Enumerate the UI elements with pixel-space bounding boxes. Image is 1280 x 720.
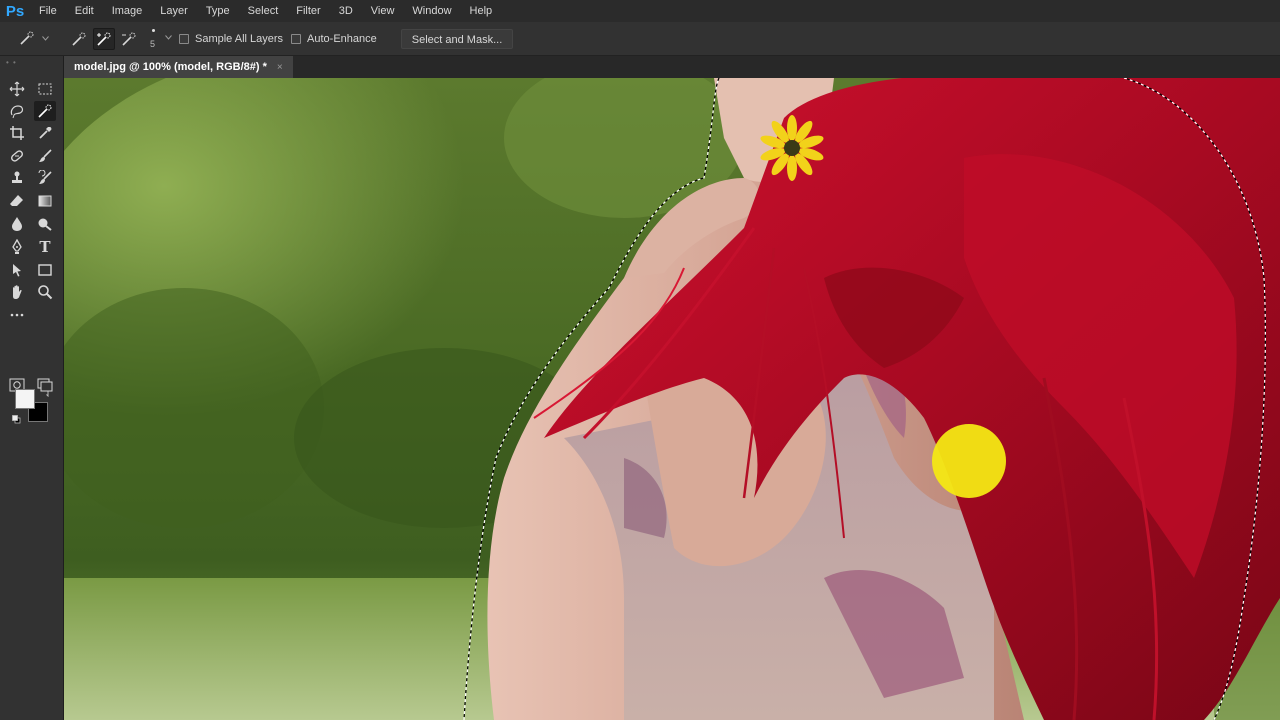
hand-tool-icon[interactable]: [6, 282, 28, 302]
menu-bar: Ps File Edit Image Layer Type Select Fil…: [0, 0, 1280, 22]
menu-edit[interactable]: Edit: [66, 0, 103, 22]
history-brush-tool-icon[interactable]: [34, 168, 56, 188]
add-to-selection-icon: [97, 32, 111, 46]
add-to-selection-button[interactable]: [93, 27, 115, 50]
blur-tool-icon[interactable]: [6, 214, 28, 234]
zoom-tool-icon[interactable]: [34, 282, 56, 302]
gradient-tool-icon[interactable]: [34, 191, 56, 211]
photoshop-logo-icon[interactable]: Ps: [0, 0, 30, 22]
menu-type[interactable]: Type: [197, 0, 239, 22]
crop-tool-icon[interactable]: [6, 123, 28, 143]
clone-stamp-tool-icon[interactable]: [6, 168, 28, 188]
sample-all-layers-checkbox[interactable]: [179, 33, 189, 44]
healing-brush-tool-icon[interactable]: [6, 146, 28, 166]
menu-window[interactable]: Window: [403, 0, 460, 22]
screen-mode-icon[interactable]: [34, 375, 56, 395]
type-tool-glyph: T: [39, 238, 51, 256]
tool-preset-chevron-icon[interactable]: [40, 36, 50, 41]
menu-file[interactable]: File: [30, 0, 66, 22]
auto-enhance-option[interactable]: Auto-Enhance: [291, 33, 377, 45]
panel-grip-icon[interactable]: • •: [6, 58, 17, 67]
new-selection-icon: [72, 32, 86, 46]
path-selection-tool-icon[interactable]: [6, 260, 28, 280]
menu-select[interactable]: Select: [239, 0, 288, 22]
auto-enhance-label: Auto-Enhance: [307, 32, 377, 45]
auto-enhance-checkbox[interactable]: [291, 33, 302, 44]
lasso-tool-icon[interactable]: [6, 101, 28, 121]
brush-size-value: 5: [150, 38, 156, 49]
quick-selection-tool-icon[interactable]: [34, 101, 56, 121]
document-tab-bar: model.jpg @ 100% (model, RGB/8#) * ×: [64, 56, 1280, 78]
move-tool-icon[interactable]: [6, 79, 28, 99]
subtract-from-selection-button[interactable]: [118, 28, 140, 50]
menu-filter[interactable]: Filter: [287, 0, 329, 22]
new-selection-button[interactable]: [68, 28, 90, 50]
menu-3d[interactable]: 3D: [330, 0, 362, 22]
document-tab-title: model.jpg @ 100% (model, RGB/8#) *: [74, 61, 267, 73]
tool-preset-picker[interactable]: [14, 28, 40, 50]
rectangle-tool-icon[interactable]: [34, 260, 56, 280]
tools-panel: • • T: [0, 56, 64, 720]
eraser-tool-icon[interactable]: [6, 191, 28, 211]
options-bar: 5 Sample All Layers Auto-Enhance Select …: [0, 22, 1280, 56]
foreground-color-swatch[interactable]: [15, 389, 35, 409]
marquee-tool-icon[interactable]: [34, 79, 56, 99]
subtract-from-selection-icon: [122, 32, 136, 46]
sample-all-layers-label: Sample All Layers: [195, 32, 284, 45]
menu-help[interactable]: Help: [461, 0, 502, 22]
brush-tool-icon[interactable]: [34, 146, 56, 166]
quick-selection-preset-icon: [20, 31, 34, 45]
more-tools-icon[interactable]: [6, 305, 28, 325]
brush-size-chevron-icon: [165, 34, 172, 40]
type-tool-icon[interactable]: T: [34, 237, 56, 257]
eyedropper-tool-icon[interactable]: [34, 123, 56, 143]
menu-image[interactable]: Image: [103, 0, 152, 22]
document-tab[interactable]: model.jpg @ 100% (model, RGB/8#) * ×: [64, 56, 293, 78]
pen-tool-icon[interactable]: [6, 237, 28, 257]
brush-tip-icon: [152, 28, 155, 32]
sample-all-layers-option[interactable]: Sample All Layers: [179, 33, 283, 45]
brush-size-picker[interactable]: 5: [149, 27, 179, 51]
select-and-mask-button[interactable]: Select and Mask...: [400, 28, 514, 49]
cursor-highlight: [932, 424, 1006, 498]
model-photo: [64, 78, 1280, 720]
default-colors-icon[interactable]: [12, 415, 21, 424]
close-tab-icon[interactable]: ×: [277, 62, 283, 73]
menu-view[interactable]: View: [362, 0, 404, 22]
document-canvas[interactable]: [64, 78, 1280, 720]
dodge-tool-icon[interactable]: [34, 214, 56, 234]
menu-layer[interactable]: Layer: [151, 0, 197, 22]
